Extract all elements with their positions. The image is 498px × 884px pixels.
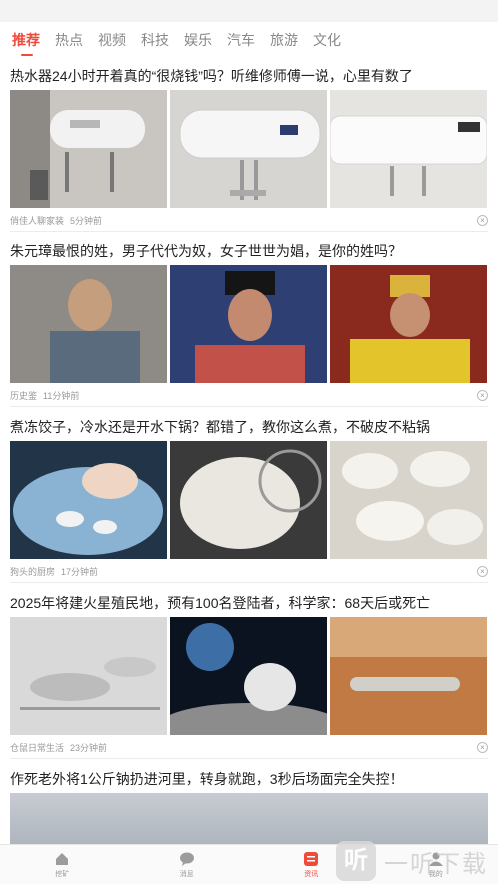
dumplings-photo — [330, 441, 487, 559]
astronaut-photo — [170, 617, 327, 735]
time-label: 11分钟前 — [43, 391, 80, 401]
time-label: 23分钟前 — [70, 743, 108, 753]
tab-entertainment[interactable]: 娱乐 — [184, 30, 212, 50]
watermark-text: 一听下载 — [384, 850, 488, 878]
water-heater-photo — [330, 90, 487, 208]
category-tabs: 推荐 热点 视频 科技 娱乐 汽车 旅游 文化 — [0, 22, 498, 58]
tab-auto[interactable]: 汽车 — [227, 30, 255, 50]
news-item-history[interactable]: 朱元璋最恨的姓，男子代代为奴，女子世世为娼，是你的姓吗？ 历史鉴 11分钟前 × — [0, 235, 498, 407]
dismiss-icon[interactable]: × — [477, 566, 488, 577]
news-icon — [304, 851, 319, 866]
tab-tech[interactable]: 科技 — [141, 30, 169, 50]
mars-base-photo — [330, 617, 487, 735]
news-item-sodium[interactable]: 作死老外将1公斤钠扔进河里，转身就跑，3秒后场面完全失控！ — [0, 763, 498, 844]
nav-mining[interactable]: 挖矿 — [0, 845, 125, 884]
thumbnail-row — [10, 617, 488, 735]
dismiss-icon[interactable]: × — [477, 742, 488, 753]
tab-travel[interactable]: 旅游 — [270, 30, 298, 50]
news-meta: 历史鉴 11分钟前 — [10, 389, 79, 402]
news-title[interactable]: 煮冻饺子，冷水还是开水下锅？都错了，教你这么煮，不破皮不粘锅 — [10, 417, 488, 437]
thumbnail-row — [10, 441, 488, 559]
watermark-logo: 听 — [336, 841, 376, 881]
news-meta: 俏佳人聊家装 5分钟前 — [10, 214, 102, 227]
news-title[interactable]: 热水器24小时开着真的“很烧钱”吗？听维修师傅一说，心里有数了 — [10, 66, 488, 86]
river-photo — [10, 793, 488, 844]
divider — [10, 231, 488, 232]
news-meta: 狗头的厨房 17分钟前 — [10, 565, 98, 578]
source-label: 仓鼠日常生活 — [10, 743, 65, 753]
time-label: 17分钟前 — [61, 567, 99, 577]
tab-video[interactable]: 视频 — [98, 30, 126, 50]
divider — [10, 582, 488, 583]
news-title[interactable]: 朱元璋最恨的姓，男子代代为奴，女子世世为娼，是你的姓吗？ — [10, 241, 488, 261]
water-heater-photo — [10, 90, 167, 208]
watermark: 听 一听下载 — [336, 838, 498, 884]
chat-icon — [179, 852, 194, 866]
emperor-photo — [330, 265, 487, 383]
nav-label: 挖矿 — [55, 870, 70, 878]
home-icon — [56, 852, 69, 865]
boiling-pot-photo — [10, 441, 167, 559]
thumbnail-row — [10, 90, 488, 208]
source-label: 历史鉴 — [10, 391, 38, 401]
nav-label: 资讯 — [304, 870, 319, 878]
nav-label: 消息 — [179, 870, 194, 878]
tab-recommend[interactable]: 推荐 — [12, 30, 40, 56]
tab-hot[interactable]: 热点 — [55, 30, 83, 50]
nav-messages[interactable]: 消息 — [125, 845, 250, 884]
news-meta: 仓鼠日常生活 23分钟前 — [10, 741, 107, 754]
dumplings-strainer-photo — [170, 441, 327, 559]
statue-photo — [170, 265, 327, 383]
divider — [10, 758, 488, 759]
news-title[interactable]: 作死老外将1公斤钠扔进河里，转身就跑，3秒后场面完全失控！ — [10, 769, 488, 789]
dismiss-icon[interactable]: × — [477, 215, 488, 226]
dismiss-icon[interactable]: × — [477, 390, 488, 401]
news-title[interactable]: 2025年将建火星殖民地，预有100名登陆者，科学家：68天后或死亡 — [10, 593, 488, 613]
source-label: 狗头的厨房 — [10, 567, 56, 577]
news-feed: 热水器24小时开着真的“很烧钱”吗？听维修师傅一说，心里有数了 俏佳人聊家装 5分… — [0, 60, 498, 844]
time-label: 5分钟前 — [70, 216, 103, 226]
news-item-water-heater[interactable]: 热水器24小时开着真的“很烧钱”吗？听维修师傅一说，心里有数了 俏佳人聊家装 5分… — [0, 60, 498, 232]
status-bar — [0, 0, 498, 22]
tab-culture[interactable]: 文化 — [313, 30, 341, 50]
thumbnail-row — [10, 265, 488, 383]
monk-photo — [10, 265, 167, 383]
colony-sketch-photo — [10, 617, 167, 735]
divider — [10, 406, 488, 407]
news-item-dumplings[interactable]: 煮冻饺子，冷水还是开水下锅？都错了，教你这么煮，不破皮不粘锅 狗头的厨房 17分钟… — [0, 411, 498, 583]
news-item-mars[interactable]: 2025年将建火星殖民地，预有100名登陆者，科学家：68天后或死亡 仓鼠日常生… — [0, 587, 498, 759]
water-heater-photo — [170, 90, 327, 208]
source-label: 俏佳人聊家装 — [10, 216, 65, 226]
